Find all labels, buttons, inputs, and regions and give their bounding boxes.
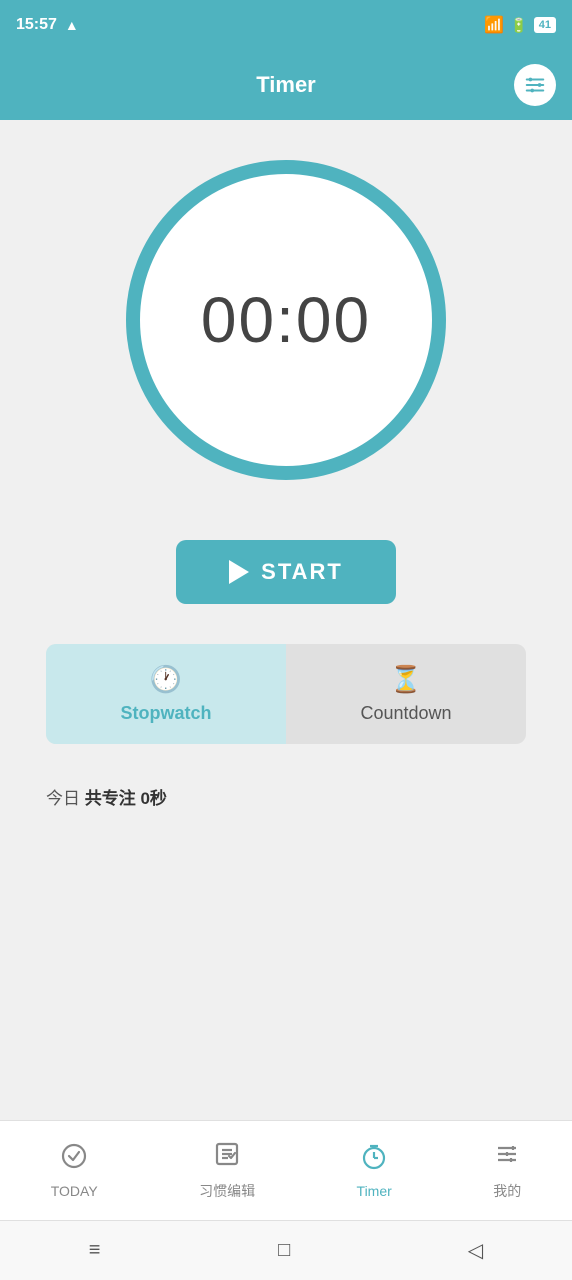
stopwatch-icon: 🕐 [150, 664, 182, 695]
habit-nav-icon [213, 1140, 241, 1175]
timer-display: 00:00 [201, 283, 371, 357]
battery-icon: 🔋 [510, 17, 527, 34]
wifi-icon: 📶 [484, 15, 504, 35]
tab-countdown[interactable]: ⏳ Countdown [286, 644, 526, 744]
home-nav-icon[interactable]: □ [278, 1239, 290, 1262]
today-nav-label: TODAY [51, 1183, 98, 1199]
menu-nav-icon[interactable]: ≡ [89, 1239, 101, 1262]
back-nav-icon[interactable]: ◁ [468, 1238, 483, 1263]
timer-nav-icon [360, 1142, 388, 1177]
timer-nav-label: Timer [357, 1183, 392, 1199]
status-warning: ▲ [65, 17, 79, 33]
countdown-icon: ⏳ [390, 664, 422, 695]
today-focus-count: 共专注 0秒 [85, 789, 167, 808]
settings-button[interactable] [514, 64, 556, 106]
main-content: 00:00 START 🕐 Stopwatch ⏳ Countdown 今日 共… [0, 120, 572, 1120]
today-nav-icon [60, 1142, 88, 1177]
profile-nav-label: 我的 [493, 1181, 521, 1201]
status-right: 📶 🔋 41 [484, 15, 556, 35]
bottom-nav: TODAY 习惯编辑 Timer [0, 1120, 572, 1220]
status-time: 15:57 [16, 16, 57, 34]
today-prefix: 今日 [46, 789, 85, 808]
tab-switcher: 🕐 Stopwatch ⏳ Countdown [46, 644, 526, 744]
timer-circle: 00:00 [126, 160, 446, 480]
nav-profile[interactable]: 我的 [493, 1140, 521, 1201]
play-icon [229, 560, 249, 584]
countdown-label: Countdown [360, 703, 451, 724]
start-button[interactable]: START [176, 540, 396, 604]
settings-icon [524, 74, 546, 96]
start-label: START [261, 559, 343, 585]
today-focus: 今日 共专注 0秒 [46, 774, 526, 819]
system-nav: ≡ □ ◁ [0, 1220, 572, 1280]
profile-nav-icon [493, 1140, 521, 1175]
page-title: Timer [256, 72, 316, 98]
habit-nav-label: 习惯编辑 [199, 1181, 255, 1201]
header: Timer [0, 50, 572, 120]
stopwatch-label: Stopwatch [120, 703, 211, 724]
battery-level: 41 [534, 17, 556, 33]
nav-timer[interactable]: Timer [357, 1142, 392, 1199]
tab-stopwatch[interactable]: 🕐 Stopwatch [46, 644, 286, 744]
nav-habit[interactable]: 习惯编辑 [199, 1140, 255, 1201]
nav-today[interactable]: TODAY [51, 1142, 98, 1199]
status-left: 15:57 ▲ [16, 16, 79, 34]
status-bar: 15:57 ▲ 📶 🔋 41 [0, 0, 572, 50]
